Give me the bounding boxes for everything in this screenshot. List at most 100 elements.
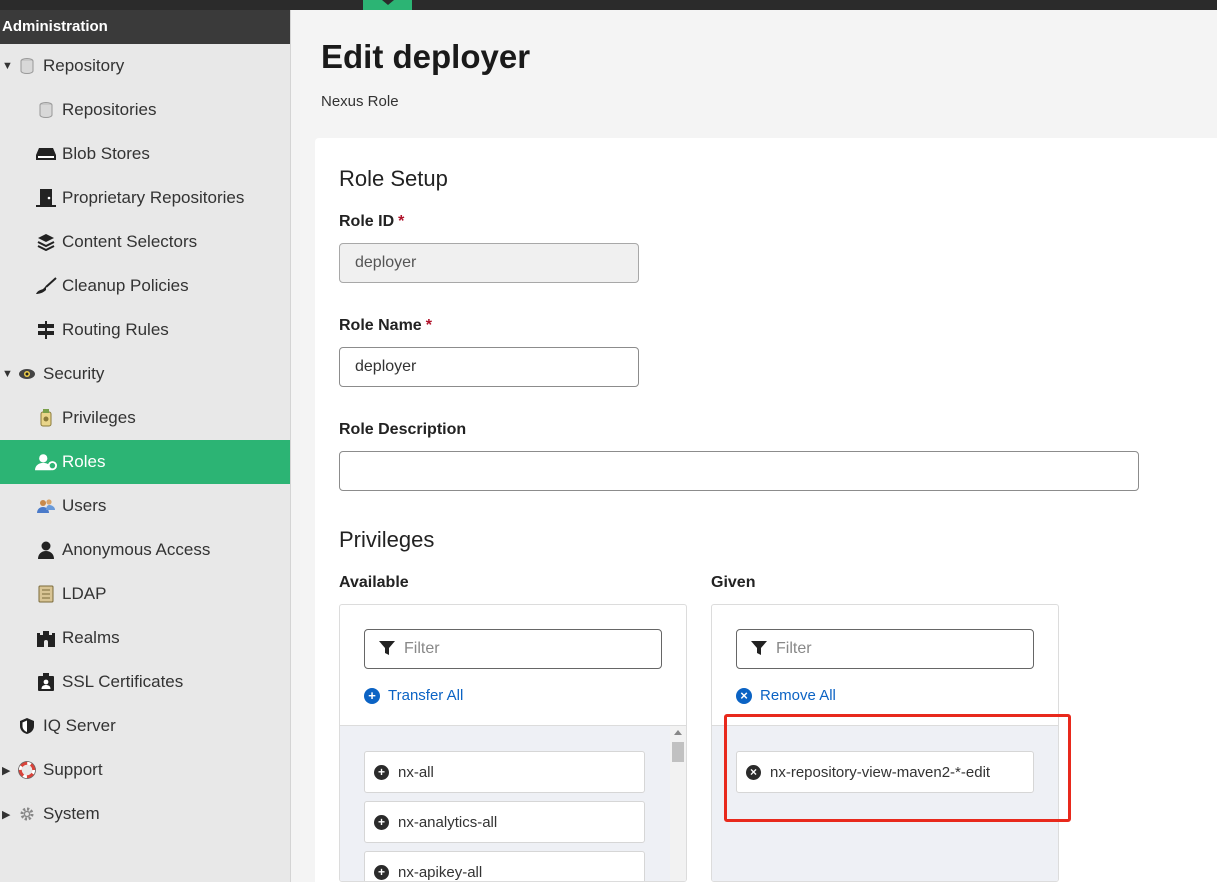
sidebar-item-roles[interactable]: Roles [0,440,290,484]
privilege-item[interactable]: + nx-analytics-all [364,801,645,843]
users-icon [35,495,57,517]
door-icon [35,187,57,209]
book-icon [35,583,57,605]
sidebar-item-ldap[interactable]: LDAP [0,572,290,616]
sidebar-item-label: Anonymous Access [62,540,211,559]
sidebar-item-label: Routing Rules [62,320,169,339]
hard-drive-icon [35,143,57,165]
given-filter-input[interactable]: Filter [736,629,1034,669]
sidebar-item-label: Security [43,364,105,383]
privilege-item[interactable]: + nx-all [364,751,645,793]
given-label: Given [711,574,756,591]
caret-down-icon[interactable]: ▼ [2,60,13,72]
highlight-annotation [724,714,1071,822]
plus-circle-icon: + [364,687,380,704]
sidebar-item-label: Support [43,760,103,779]
user-icon [35,539,57,561]
role-name-field[interactable]: deployer [339,347,639,387]
sidebar-header: Administration [0,10,290,44]
required-marker: * [425,317,432,334]
sidebar-item-label: Privileges [62,408,136,427]
required-marker: * [398,213,405,230]
sidebar: Administration ▼ Repository Repositories… [0,10,291,882]
filter-icon [379,640,395,661]
sidebar-item-privileges[interactable]: Privileges [0,396,290,440]
role-name-label: Role Name * [339,317,432,335]
sidebar-item-realms[interactable]: Realms [0,616,290,660]
privilege-item-label: nx-all [398,763,434,781]
filter-placeholder: Filter [404,640,440,657]
signpost-icon [35,319,57,341]
sidebar-item-repositories[interactable]: Repositories [0,88,290,132]
sidebar-item-users[interactable]: Users [0,484,290,528]
broom-icon [35,275,57,297]
sidebar-item-label: Proprietary Repositories [62,188,245,207]
sidebar-item-label: Roles [62,452,106,471]
privilege-item[interactable]: + nx-apikey-all [364,851,645,881]
sidebar-item-proprietary-repositories[interactable]: Proprietary Repositories [0,176,290,220]
privilege-item-label: nx-apikey-all [398,863,483,881]
available-privileges-list[interactable]: + nx-all + nx-analytics-all + nx-apikey-… [340,725,686,881]
role-description-label: Role Description [339,421,467,438]
role-id-label: Role ID * [339,213,404,231]
sidebar-item-content-selectors[interactable]: Content Selectors [0,220,290,264]
plus-circle-icon[interactable]: + [374,814,389,830]
eye-icon [16,363,38,385]
sidebar-item-support[interactable]: ▶ Support [0,748,290,792]
transfer-all-button[interactable]: + Transfer All [364,687,463,704]
role-description-field[interactable] [339,451,1139,491]
sidebar-item-security[interactable]: ▼ Security [0,352,290,396]
top-bar [0,0,1217,10]
sidebar-item-iq-server[interactable]: IQ Server [0,704,290,748]
role-id-field[interactable]: deployer [339,243,639,283]
available-label: Available [339,574,409,591]
role-setup-heading: Role Setup [339,166,448,191]
sidebar-item-label: Users [62,496,107,515]
available-filter-input[interactable]: Filter [364,629,662,669]
scrollbar-thumb[interactable] [672,742,684,762]
page-title: Edit deployer [321,38,531,75]
caret-down-icon[interactable]: ▼ [2,368,13,380]
sidebar-item-label: Repository [43,56,125,75]
sidebar-item-cleanup-policies[interactable]: Cleanup Policies [0,264,290,308]
sidebar-item-label: Blob Stores [62,144,150,163]
sidebar-item-repository[interactable]: ▼ Repository [0,44,290,88]
castle-icon [35,627,57,649]
plus-circle-icon[interactable]: + [374,764,389,780]
scroll-up-arrow-icon[interactable] [674,730,682,735]
sidebar-item-label: Realms [62,628,120,647]
shield-icon [16,715,38,737]
lifebuoy-icon [16,759,38,781]
role-id-label-text: Role ID [339,213,395,230]
sidebar-item-ssl-certificates[interactable]: SSL Certificates [0,660,290,704]
sidebar-item-system[interactable]: ▶ System [0,792,290,836]
layers-icon [35,231,57,253]
caret-right-icon[interactable]: ▶ [2,808,10,821]
filter-icon [751,640,767,661]
close-circle-icon: × [736,687,752,704]
active-tab-indicator [363,0,412,10]
privilege-item-label: nx-analytics-all [398,813,498,831]
gear-icon [16,803,38,825]
plus-circle-icon[interactable]: + [374,864,389,880]
id-card-icon [35,671,57,693]
sidebar-item-label: SSL Certificates [62,672,184,691]
available-list-scrollbar[interactable] [670,726,686,881]
sidebar-item-label: Cleanup Policies [62,276,189,295]
users-cog-icon [35,451,57,473]
database-icon [16,55,38,77]
sidebar-item-anonymous-access[interactable]: Anonymous Access [0,528,290,572]
sidebar-item-label: IQ Server [43,716,116,735]
available-privileges-box: Filter + Transfer All + nx-all + nx-anal… [339,604,687,882]
transfer-all-label: Transfer All [388,687,464,704]
caret-right-icon[interactable]: ▶ [2,764,10,777]
role-name-label-text: Role Name [339,317,422,334]
sidebar-item-routing-rules[interactable]: Routing Rules [0,308,290,352]
database-icon [35,99,57,121]
privileges-heading: Privileges [339,527,435,552]
remove-all-button[interactable]: × Remove All [736,687,836,704]
sidebar-item-label: LDAP [62,584,107,603]
remove-all-label: Remove All [760,687,836,704]
sidebar-item-blob-stores[interactable]: Blob Stores [0,132,290,176]
sidebar-item-label: Content Selectors [62,232,198,251]
